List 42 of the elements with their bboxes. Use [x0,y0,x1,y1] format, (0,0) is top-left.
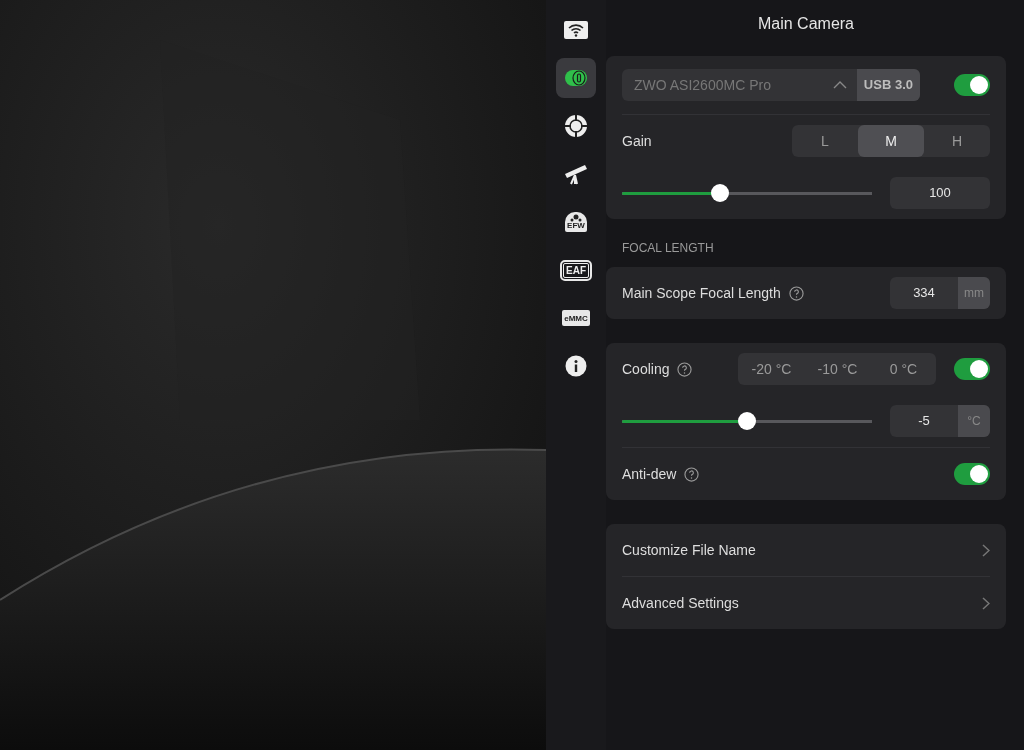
settings-link[interactable]: Customize File Name [622,542,756,558]
gain-option[interactable]: H [924,125,990,157]
panel-title: Main Camera [757,14,855,34]
camera-icon [564,69,588,87]
toggle-switch[interactable] [954,463,990,485]
section-header: FOCAL LENGTH [621,240,715,257]
sidebar-item[interactable]: EAF [556,250,596,290]
focal-length-label: Main Scope Focal Length [622,285,781,301]
gain-option[interactable]: L [792,125,858,157]
cooling-label: Cooling [622,361,670,377]
gain-option[interactable]: M [858,125,924,157]
cooling-preset[interactable]: -20 °C [738,353,805,385]
help-icon[interactable] [684,466,700,482]
slider-thumb[interactable] [710,184,729,202]
caret-icon [832,81,847,89]
cooling-preset[interactable]: -10 °C [804,353,871,385]
sidebar-item[interactable]: EFW [556,202,596,242]
chevron-icon [982,543,990,557]
info-icon [565,355,587,377]
help-icon[interactable] [677,361,693,377]
cooling-preset[interactable]: 0 °C [870,353,937,385]
storage-icon: eMMC [562,310,590,326]
temperature-field[interactable]: -5 °C [890,405,990,437]
focal-length-field[interactable]: 334 mm [890,277,990,309]
sidebar-item[interactable] [556,58,596,98]
toggle-switch[interactable] [954,74,990,96]
settings-link[interactable]: Advanced Settings [622,595,739,611]
sidebar-item[interactable]: eMMC [556,298,596,338]
port-label: USB 3.0 [856,69,920,101]
telescope-icon [563,163,589,185]
help-icon[interactable] [788,285,804,301]
anti-dew-label: Anti-dew [622,466,677,482]
slider-thumb[interactable] [738,412,756,430]
chevron-icon [982,596,990,610]
toggle-switch[interactable] [954,358,990,380]
crosshair-icon [564,114,588,138]
camera-select[interactable]: ZWO ASI2600MC Pro USB 3.0 [622,69,920,101]
wifi-icon [564,21,588,39]
gain-field[interactable]: 100 [890,177,990,209]
filter-wheel-icon: EFW [565,212,587,232]
focuser-icon: EAF [563,262,589,278]
gain-label: Gain [622,133,652,149]
